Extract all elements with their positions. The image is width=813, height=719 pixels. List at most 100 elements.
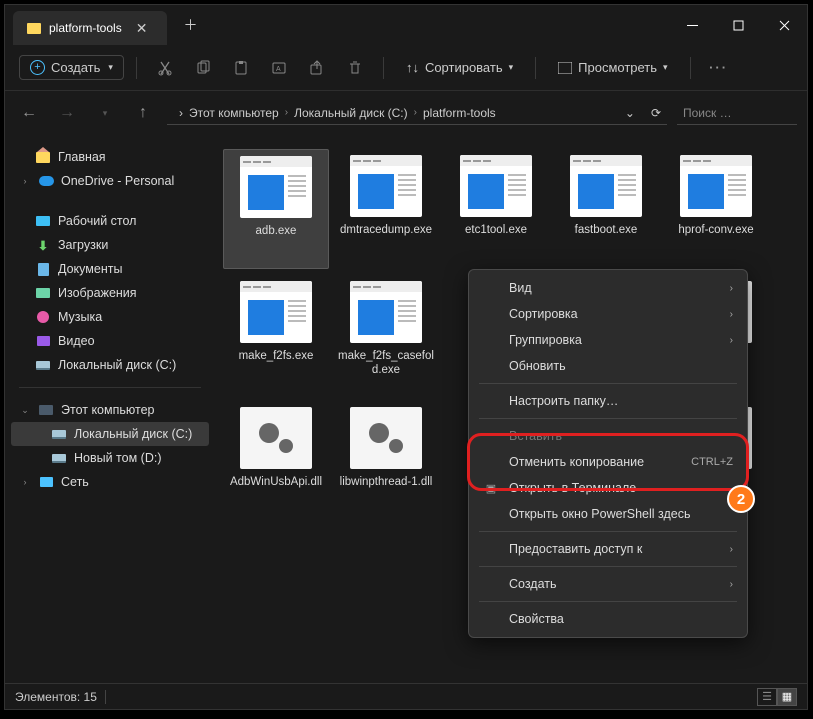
- sidebar: Главная ›OneDrive - Personal Рабочий сто…: [5, 135, 215, 665]
- new-tab-button[interactable]: ＋: [177, 15, 203, 35]
- download-icon: ⬇: [35, 238, 51, 252]
- plus-icon: +: [30, 60, 45, 75]
- chevron-right-icon: ›: [414, 107, 417, 118]
- sidebar-item-onedrive[interactable]: ›OneDrive - Personal: [11, 169, 209, 193]
- breadcrumb-item[interactable]: platform-tools: [423, 106, 496, 120]
- file-item[interactable]: make_f2fs_casefold.exe: [333, 275, 439, 395]
- new-button[interactable]: + Создать ▾: [19, 55, 124, 80]
- sidebar-item-newvol-d[interactable]: Новый том (D:): [11, 446, 209, 470]
- expand-icon[interactable]: ›: [19, 477, 31, 487]
- sidebar-item-music[interactable]: Музыка: [11, 305, 209, 329]
- file-explorer-window: platform-tools ✕ ＋ + Создать ▾ A ↑↓ Сорт…: [4, 4, 808, 710]
- ctx-access[interactable]: Предоставить доступ к›: [469, 536, 747, 562]
- toolbar: + Создать ▾ A ↑↓ Сортировать ▾ Просмотре…: [5, 45, 807, 91]
- chevron-right-icon: ›: [730, 579, 733, 590]
- dll-icon: [350, 407, 422, 469]
- ctx-refresh[interactable]: Обновить: [469, 353, 747, 379]
- titlebar: platform-tools ✕ ＋: [5, 5, 807, 45]
- svg-text:A: A: [276, 66, 281, 73]
- ctx-customize[interactable]: Настроить папку…: [469, 388, 747, 414]
- file-name: make_f2fs_casefold.exe: [335, 349, 437, 378]
- file-name: libwinpthread-1.dll: [340, 475, 433, 489]
- breadcrumb[interactable]: › Этот компьютер› Локальный диск (C:)› p…: [167, 102, 667, 125]
- item-count: Элементов: 15: [15, 690, 97, 704]
- view-icons-button[interactable]: ▦: [777, 688, 797, 706]
- file-item[interactable]: adb.exe: [223, 149, 329, 269]
- sidebar-item-downloads[interactable]: ⬇Загрузки: [11, 233, 209, 257]
- file-item[interactable]: make_f2fs.exe: [223, 275, 329, 395]
- exe-icon: [350, 281, 422, 343]
- chevron-right-icon: ›: [730, 335, 733, 346]
- back-button[interactable]: ←: [15, 104, 43, 122]
- ctx-create[interactable]: Создать›: [469, 571, 747, 597]
- up-button[interactable]: ↑: [129, 104, 157, 122]
- sidebar-item-desktop[interactable]: Рабочий стол: [11, 209, 209, 233]
- sidebar-item-pictures[interactable]: Изображения: [11, 281, 209, 305]
- recent-dropdown[interactable]: ▾: [91, 108, 119, 119]
- breadcrumb-item[interactable]: Этот компьютер: [189, 106, 279, 120]
- expand-icon[interactable]: ›: [19, 176, 31, 186]
- file-item[interactable]: AdbWinUsbApi.dll: [223, 401, 329, 521]
- chevron-right-icon: ›: [730, 544, 733, 555]
- file-name: adb.exe: [256, 224, 297, 238]
- share-button[interactable]: [301, 52, 333, 84]
- chevron-right-icon: ›: [179, 106, 183, 120]
- dll-icon: [240, 407, 312, 469]
- paste-button[interactable]: [225, 52, 257, 84]
- chevron-down-icon: ▾: [509, 62, 514, 73]
- navigation-bar: ← → ▾ ↑ › Этот компьютер › Локальный диск…: [5, 91, 807, 135]
- minimize-button[interactable]: [669, 5, 715, 45]
- cut-button[interactable]: [149, 52, 181, 84]
- ctx-paste: Вставить: [469, 423, 747, 449]
- file-item[interactable]: dmtracedump.exe: [333, 149, 439, 269]
- file-name: make_f2fs.exe: [239, 349, 314, 363]
- sidebar-item-documents[interactable]: Документы: [11, 257, 209, 281]
- sidebar-item-video[interactable]: Видео: [11, 329, 209, 353]
- maximize-button[interactable]: [715, 5, 761, 45]
- view-dropdown[interactable]: Просмотреть ▾: [548, 56, 677, 79]
- tab-current[interactable]: platform-tools ✕: [13, 11, 167, 45]
- sidebar-item-local-c[interactable]: Локальный диск (C:): [11, 353, 209, 377]
- ctx-group[interactable]: Группировка›: [469, 327, 747, 353]
- sort-label: Сортировать: [425, 60, 503, 75]
- file-name: fastboot.exe: [575, 223, 638, 237]
- delete-button[interactable]: [339, 52, 371, 84]
- copy-button[interactable]: [187, 52, 219, 84]
- chevron-down-icon: ▾: [663, 62, 668, 73]
- view-label: Просмотреть: [578, 60, 657, 75]
- folder-icon: [27, 23, 41, 34]
- rename-button[interactable]: A: [263, 52, 295, 84]
- sidebar-item-home[interactable]: Главная: [11, 145, 209, 169]
- status-bar: Элементов: 15 ☰ ▦: [5, 683, 807, 709]
- close-button[interactable]: [761, 5, 807, 45]
- ctx-sort[interactable]: Сортировка›: [469, 301, 747, 327]
- forward-button[interactable]: →: [53, 104, 81, 122]
- sidebar-item-network[interactable]: ›Сеть: [11, 470, 209, 494]
- file-name: dmtracedump.exe: [340, 223, 432, 237]
- terminal-icon: ▣: [483, 482, 499, 495]
- ctx-undo[interactable]: Отменить копированиеCTRL+Z: [469, 449, 747, 475]
- chevron-right-icon: ›: [730, 309, 733, 320]
- ctx-powershell[interactable]: Открыть окно PowerShell здесь: [469, 501, 747, 527]
- search-input[interactable]: Поиск …: [677, 102, 797, 125]
- breadcrumb-item[interactable]: Локальный диск (C:): [294, 106, 408, 120]
- view-details-button[interactable]: ☰: [757, 688, 777, 706]
- file-item[interactable]: libwinpthread-1.dll: [333, 401, 439, 521]
- sidebar-item-local-c-child[interactable]: Локальный диск (C:): [11, 422, 209, 446]
- refresh-button[interactable]: ⟳: [651, 106, 661, 120]
- ctx-props[interactable]: Свойства: [469, 606, 747, 632]
- sidebar-item-thispc[interactable]: ⌄Этот компьютер: [11, 398, 209, 422]
- collapse-icon[interactable]: ⌄: [19, 405, 31, 416]
- file-item[interactable]: etc1tool.exe: [443, 149, 549, 269]
- tab-close-button[interactable]: ✕: [130, 20, 154, 37]
- ctx-view[interactable]: Вид›: [469, 275, 747, 301]
- ctx-terminal[interactable]: ▣Открыть в Терминале: [469, 475, 747, 501]
- chevron-down-icon[interactable]: ⌄: [625, 106, 635, 120]
- exe-icon: [460, 155, 532, 217]
- sort-dropdown[interactable]: ↑↓ Сортировать ▾: [396, 56, 523, 79]
- chevron-down-icon: ▾: [108, 62, 113, 73]
- context-menu: Вид› Сортировка› Группировка› Обновить Н…: [468, 269, 748, 638]
- file-item[interactable]: hprof-conv.exe: [663, 149, 769, 269]
- file-item[interactable]: fastboot.exe: [553, 149, 659, 269]
- more-button[interactable]: ···: [703, 52, 735, 84]
